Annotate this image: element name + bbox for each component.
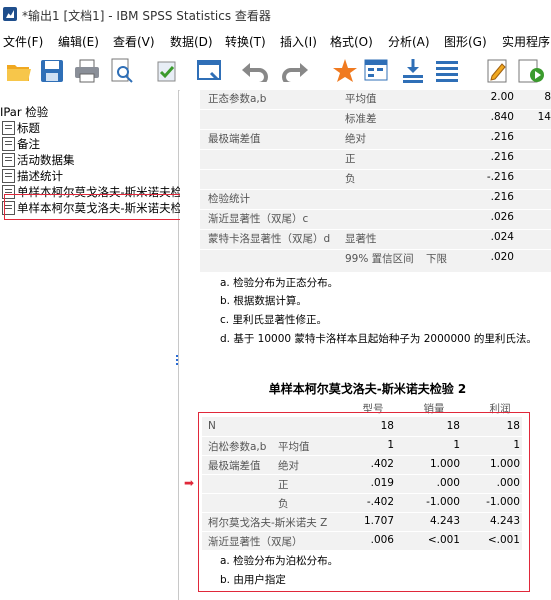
table1-value: .026 bbox=[490, 211, 514, 223]
undo-icon[interactable] bbox=[240, 56, 270, 86]
table2-title: 单样本柯尔莫戈洛夫-斯米诺夫检验 2 bbox=[268, 382, 467, 396]
recall-dialog-icon[interactable] bbox=[195, 56, 225, 86]
output-pane: 正态参数a,b 平均值 2.00 8 标准差 .840 14 最极端差值 绝对 … bbox=[180, 90, 551, 600]
print-icon[interactable] bbox=[72, 56, 102, 86]
table1-subrow-label: 显著性 bbox=[345, 233, 377, 245]
split-file-icon[interactable] bbox=[398, 56, 428, 86]
menu-graphs[interactable]: 图形(G) bbox=[444, 33, 487, 50]
table1-row-label: 蒙特卡洛显著性（双尾）d bbox=[208, 233, 331, 245]
menu-format[interactable]: 格式(O) bbox=[330, 33, 373, 50]
menu-data[interactable]: 数据(D) bbox=[170, 33, 213, 50]
table1-row-label: 渐近显著性（双尾）c bbox=[208, 213, 309, 225]
menu-analyze[interactable]: 分析(A) bbox=[388, 33, 430, 50]
menu-view[interactable]: 查看(V) bbox=[113, 33, 155, 50]
table1-value: 8 bbox=[544, 91, 551, 103]
table1-footnote: a. 检验分布为正态分布。 bbox=[220, 277, 339, 289]
arrow-right-icon: ➡ bbox=[184, 476, 195, 490]
table1-value: -.216 bbox=[486, 171, 514, 183]
outline-item-notes[interactable]: 备注 bbox=[2, 136, 40, 152]
table2-highlight-box bbox=[198, 412, 530, 592]
save-icon[interactable] bbox=[37, 56, 67, 86]
run-icon[interactable] bbox=[516, 56, 546, 86]
table1-subrow-label: 正 bbox=[345, 153, 356, 165]
table1-value: .216 bbox=[490, 191, 514, 203]
open-folder-icon[interactable] bbox=[4, 56, 34, 86]
outline-pane: IPar 检验 标题 备注 活动数据集 描述统计 单样本柯尔莫戈洛夫-斯米诺夫检… bbox=[0, 90, 194, 600]
table-icon bbox=[2, 169, 15, 183]
menu-bar: 文件(F) 编辑(E) 查看(V) 数据(D) 转换(T) 插入(I) 格式(O… bbox=[0, 30, 551, 52]
table1-subrow-label: 负 bbox=[345, 173, 356, 185]
window-title: *输出1 [文档1] - IBM SPSS Statistics 查看器 bbox=[22, 9, 271, 23]
print-preview-icon[interactable] bbox=[107, 56, 137, 86]
menu-edit[interactable]: 编辑(E) bbox=[58, 33, 99, 50]
table1-row-label: 检验统计 bbox=[208, 193, 250, 205]
table1-footnote: c. 里利氏显著性修正。 bbox=[220, 314, 327, 326]
outline-root[interactable]: IPar 检验 bbox=[0, 104, 48, 120]
spss-app-icon bbox=[3, 7, 17, 21]
menu-insert[interactable]: 插入(I) bbox=[280, 33, 317, 50]
table1-footnote: b. 根据数据计算。 bbox=[220, 295, 307, 307]
table1-subrow-label: 绝对 bbox=[345, 133, 366, 145]
goto-case-icon[interactable] bbox=[362, 56, 392, 86]
title-bar: *输出1 [文档1] - IBM SPSS Statistics 查看器 bbox=[0, 0, 551, 30]
menu-file[interactable]: 文件(F) bbox=[3, 33, 43, 50]
table1-value: 14 bbox=[537, 111, 551, 123]
table1-value: .024 bbox=[490, 231, 514, 243]
document-icon bbox=[2, 153, 15, 167]
outline-item-descriptives[interactable]: 描述统计 bbox=[2, 168, 63, 184]
document-icon bbox=[2, 137, 15, 151]
goto-data-icon[interactable] bbox=[330, 56, 360, 86]
table1-value: .840 bbox=[490, 111, 514, 123]
table1-subrow-label: 标准差 bbox=[345, 113, 377, 125]
toolbar bbox=[0, 52, 551, 91]
document-icon bbox=[2, 121, 15, 135]
outline-item-title[interactable]: 标题 bbox=[2, 120, 40, 136]
table1-value: .216 bbox=[490, 131, 514, 143]
table1-subrow-label: 平均值 bbox=[345, 93, 377, 105]
select-cases-icon[interactable] bbox=[432, 56, 462, 86]
redo-icon[interactable] bbox=[280, 56, 310, 86]
designate-window-icon[interactable] bbox=[483, 56, 513, 86]
menu-transform[interactable]: 转换(T) bbox=[225, 33, 266, 50]
table1-value: 2.00 bbox=[490, 91, 514, 103]
table1-value: .216 bbox=[490, 151, 514, 163]
table1-footnote: d. 基于 10000 蒙特卡洛样本且起始种子为 2000000 的里利氏法。 bbox=[220, 333, 537, 345]
table1-row-label: 最极端差值 bbox=[208, 133, 261, 145]
menu-utilities[interactable]: 实用程序( bbox=[502, 33, 551, 50]
outline-selection-box bbox=[4, 194, 189, 220]
table1-row-label: 正态参数a,b bbox=[208, 93, 267, 105]
outline-item-active-dataset[interactable]: 活动数据集 bbox=[2, 152, 75, 168]
export-icon[interactable] bbox=[152, 56, 182, 86]
